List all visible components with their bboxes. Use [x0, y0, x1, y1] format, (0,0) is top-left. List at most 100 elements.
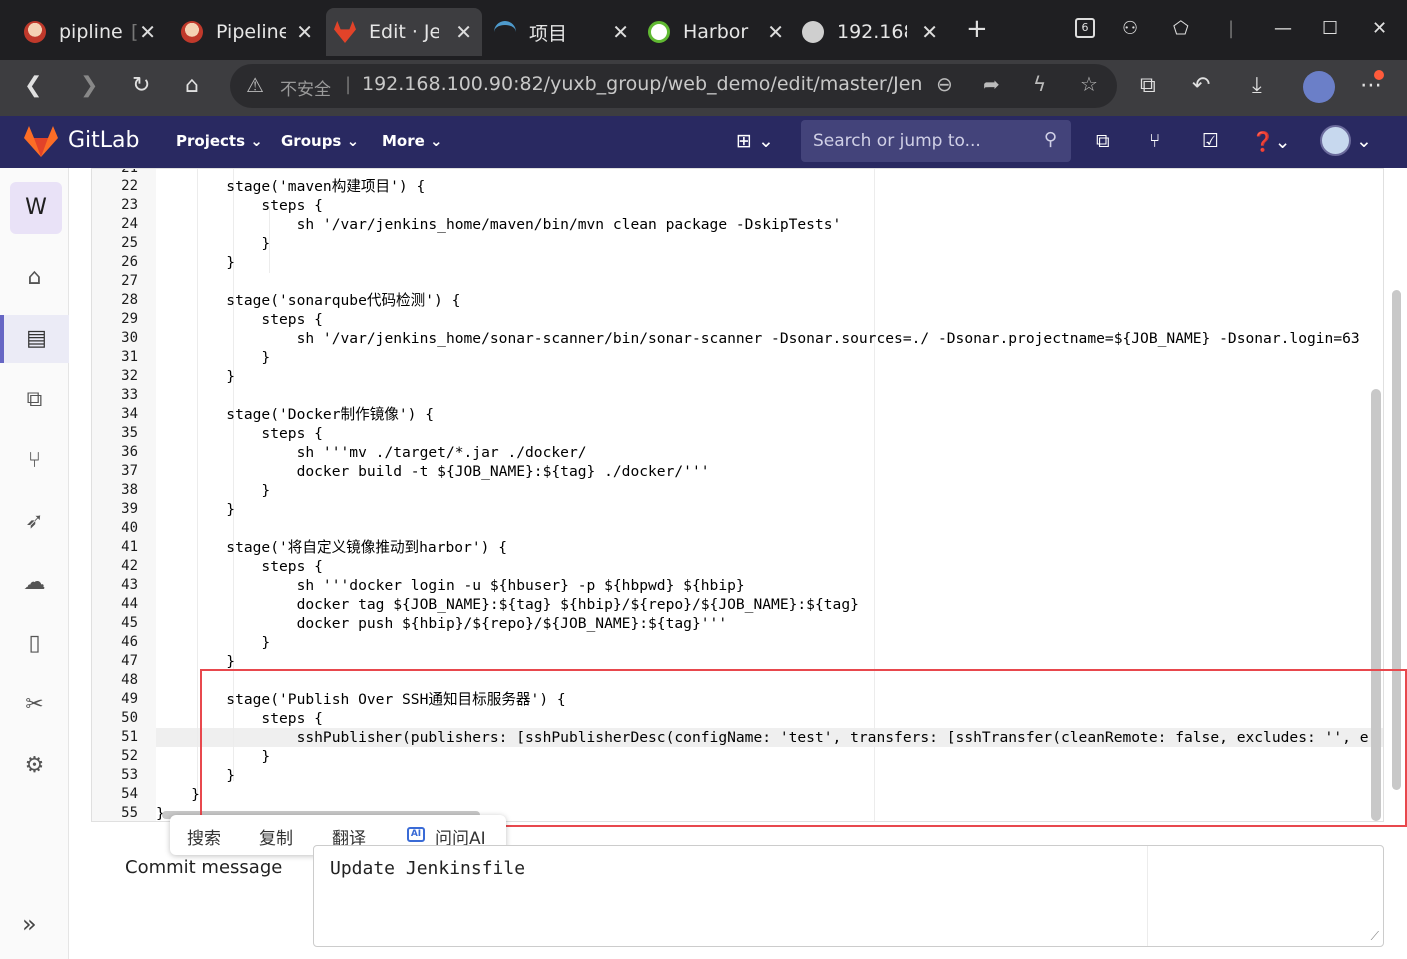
resize-handle-icon[interactable]: ⟋	[1371, 929, 1379, 944]
close-icon[interactable]: ✕	[767, 20, 784, 44]
gitlab-brand[interactable]: GitLab	[68, 128, 140, 153]
code-line[interactable]: docker build -t ${JOB_NAME}:${tag} ./doc…	[156, 462, 710, 481]
tab-edit-jenkinsfile[interactable]: Edit · Jer ✕	[326, 8, 482, 56]
code-line[interactable]: }	[156, 234, 270, 253]
tab-pipeline[interactable]: Pipeline ✕	[163, 8, 323, 56]
tab-harbor[interactable]: Harbor ✕	[638, 8, 794, 56]
extension-puzzle-icon[interactable]: ⧉	[1140, 73, 1156, 98]
popup-search-button[interactable]: 搜索	[187, 824, 221, 849]
home-icon[interactable]: ⌂	[185, 73, 199, 98]
code-line[interactable]: sh '/var/jenkins_home/maven/bin/mvn clea…	[156, 215, 842, 234]
close-icon[interactable]: ✕	[296, 20, 313, 44]
code-line[interactable]: }	[156, 348, 270, 367]
help-icon[interactable]: ❓⌄	[1251, 130, 1291, 153]
back-icon[interactable]: ❮	[24, 73, 42, 98]
deployments-rocket-icon[interactable]: ➶	[0, 498, 69, 546]
infrastructure-cloud-icon[interactable]: ☁	[0, 559, 69, 607]
maximize-icon[interactable]: ☐	[1322, 18, 1338, 39]
code-line[interactable]: steps {	[156, 310, 323, 329]
line-number: 32	[121, 368, 138, 384]
gitlab-header: GitLab Projects ⌄ Groups ⌄ More ⌄	[0, 116, 1407, 168]
code-line[interactable]: }	[156, 500, 235, 519]
code-line[interactable]: }	[156, 253, 235, 272]
close-icon[interactable]: ✕	[455, 20, 472, 44]
new-tab-button[interactable]: +	[966, 14, 988, 44]
code-line[interactable]: steps {	[156, 196, 323, 215]
issues-icon[interactable]: ⧉	[1096, 130, 1110, 152]
todo-icon[interactable]: ☑	[1202, 130, 1219, 152]
profile-avatar[interactable]	[1303, 71, 1335, 103]
code-line[interactable]: stage('Docker制作镜像') {	[156, 405, 434, 424]
code-line[interactable]: docker tag ${JOB_NAME}:${tag} ${hbip}/${…	[156, 595, 859, 614]
code-line[interactable]: stage('将自定义镜像推动到harbor') {	[156, 538, 507, 557]
merge-requests-icon[interactable]: ⑂	[1149, 130, 1160, 152]
wiki-book-icon[interactable]: ▯	[0, 620, 69, 668]
project-overview-icon[interactable]: ⌂	[0, 254, 69, 302]
popup-copy-button[interactable]: 复制	[259, 824, 293, 849]
commit-message-value[interactable]: Update Jenkinsfile	[330, 858, 525, 879]
code-line[interactable]: }	[156, 633, 270, 652]
lightning-icon[interactable]: ϟ	[1033, 72, 1046, 96]
code-line[interactable]: stage('sonarqube代码检测') {	[156, 291, 460, 310]
bookmark-star-icon[interactable]: ☆	[1080, 72, 1098, 96]
share-icon[interactable]: ➦	[983, 72, 1000, 96]
code-line[interactable]: }	[156, 785, 200, 804]
line-number: 24	[121, 216, 138, 232]
settings-gear-icon[interactable]: ⚙	[0, 742, 69, 790]
close-icon[interactable]: ✕	[612, 20, 629, 44]
undo-icon[interactable]: ↶	[1192, 73, 1210, 98]
code-line[interactable]: steps {	[156, 557, 323, 576]
close-icon[interactable]: ✕	[921, 20, 938, 44]
close-icon[interactable]: ✕	[139, 20, 156, 44]
zoom-out-icon[interactable]: ⊖	[936, 72, 953, 96]
divider-icon: |	[1228, 18, 1235, 39]
more-menu[interactable]: More ⌄	[382, 132, 443, 150]
url-text[interactable]: 192.168.100.90:82/yuxb_group/web_demo/ed…	[362, 73, 922, 95]
commit-message-field[interactable]: Update Jenkinsfile ⟋	[313, 845, 1384, 947]
search-input[interactable]: Search or jump to... ⚲	[801, 120, 1071, 162]
tab-sonarqube-project[interactable]: 项目 ✕	[484, 8, 639, 56]
tab-title: 192.168	[837, 21, 907, 43]
merge-requests-sidebar-icon[interactable]: ⑂	[0, 437, 69, 485]
line-number: 35	[121, 425, 138, 441]
collapse-sidebar-icon[interactable]: »	[22, 910, 37, 938]
close-window-icon[interactable]: ✕	[1372, 18, 1387, 39]
forward-icon[interactable]: ❯	[80, 73, 98, 98]
gitlab-logo-icon[interactable]	[24, 126, 58, 158]
download-icon[interactable]: ⤓	[1252, 73, 1262, 98]
line-number: 30	[121, 330, 138, 346]
address-bar[interactable]: ⚠ 不安全 | 192.168.100.90:82/yuxb_group/web…	[230, 64, 1117, 108]
code-line[interactable]: sh '''mv ./target/*.jar ./docker/	[156, 443, 587, 462]
line-number: 46	[121, 634, 138, 650]
code-line[interactable]: stage('maven构建项目') {	[156, 177, 425, 196]
reload-icon[interactable]: ↻	[132, 73, 150, 98]
tab-192-168[interactable]: 192.168 ✕	[792, 8, 948, 56]
projects-menu[interactable]: Projects ⌄	[176, 132, 263, 150]
code-line[interactable]: docker push ${hbip}/${repo}/${JOB_NAME}:…	[156, 614, 728, 633]
user-avatar[interactable]	[1320, 125, 1351, 156]
code-line[interactable]: sh '/var/jenkins_home/sonar-scanner/bin/…	[156, 329, 1360, 348]
groups-menu[interactable]: Groups ⌄	[281, 132, 359, 150]
line-number: 33	[121, 387, 138, 403]
new-item-icon[interactable]: ⊞ ⌄	[736, 130, 774, 152]
tab-title: 项目	[529, 22, 568, 45]
minimize-icon[interactable]: —	[1274, 18, 1292, 39]
line-number: 48	[121, 672, 138, 688]
tab-pipline[interactable]: pipline [ ✕	[6, 8, 166, 56]
code-line[interactable]: }	[156, 367, 235, 386]
code-line[interactable]: sh '''docker login -u ${hbuser} -p ${hbp…	[156, 576, 745, 595]
incognito-icon[interactable]: ⚇	[1122, 18, 1138, 39]
tab-count-icon[interactable]: 6	[1075, 18, 1095, 38]
line-number: 26	[121, 254, 138, 270]
chevron-down-icon[interactable]: ⌄	[1356, 130, 1372, 152]
repository-icon[interactable]: ▤	[0, 315, 69, 363]
ai-icon: AI	[407, 827, 425, 842]
extensions-icon[interactable]: ⬠	[1173, 18, 1189, 39]
snippets-scissors-icon[interactable]: ✂	[0, 681, 69, 729]
issues-sidebar-icon[interactable]: ⧉	[0, 376, 69, 424]
search-icon: ⚲	[1043, 129, 1057, 150]
code-line[interactable]: steps {	[156, 424, 323, 443]
code-line[interactable]: }	[156, 481, 270, 500]
project-avatar[interactable]: W	[10, 182, 62, 234]
line-number: 37	[121, 463, 138, 479]
